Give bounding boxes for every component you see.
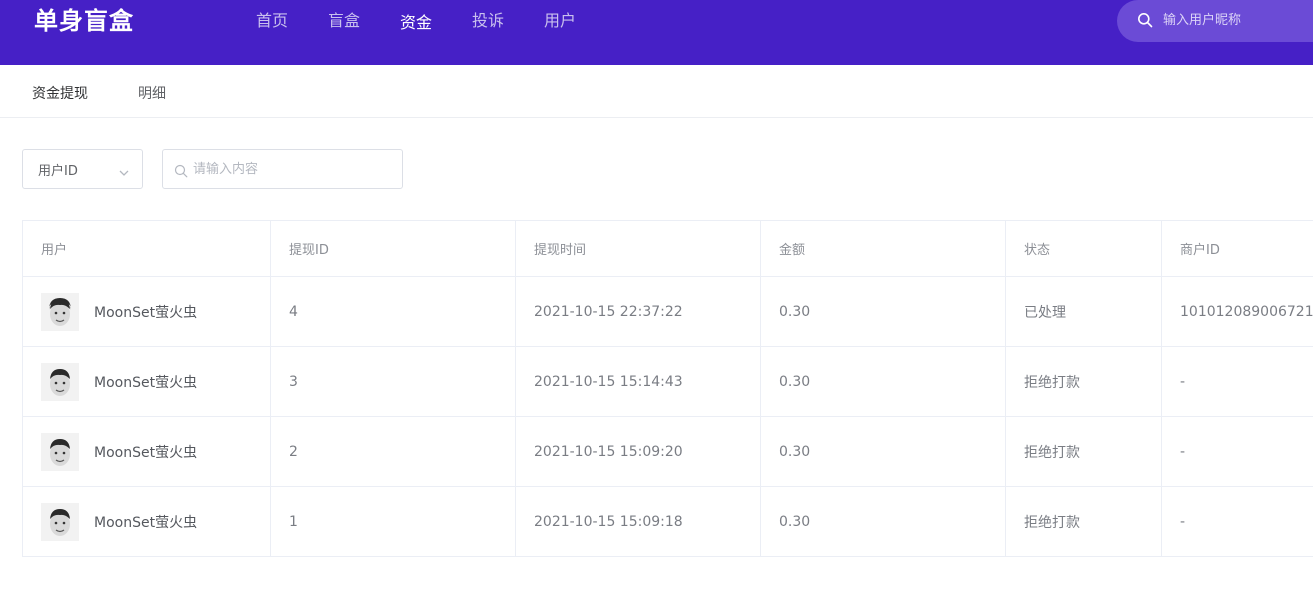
user-cell: MoonSet萤火虫: [22, 416, 271, 487]
merchant-id-cell: -: [1161, 416, 1313, 487]
status-cell: 拒绝打款: [1005, 346, 1162, 417]
avatar: [41, 362, 79, 401]
table-row[interactable]: MoonSet萤火虫 2 2021-10-15 15:09:20 0.30 拒绝…: [22, 416, 1313, 487]
column-header-amount: 金额: [760, 220, 1006, 277]
user-cell: MoonSet萤火虫: [22, 276, 271, 347]
user-nickname: MoonSet萤火虫: [94, 514, 198, 531]
withdrawal-time-cell: 2021-10-15 15:14:43: [515, 346, 761, 417]
status-cell: 拒绝打款: [1005, 486, 1162, 557]
tab-withdrawal[interactable]: 资金提现: [32, 83, 88, 103]
table-row[interactable]: MoonSet萤火虫 4 2021-10-15 22:37:22 0.30 已处…: [22, 276, 1313, 347]
amount-cell: 0.30: [760, 276, 1006, 347]
column-header-withdrawal-time: 提现时间: [515, 220, 761, 277]
user-nickname: MoonSet萤火虫: [94, 374, 198, 391]
withdrawal-id-cell: 2: [270, 416, 516, 487]
header-search: [1117, 0, 1313, 42]
nav-item-home[interactable]: 首页: [256, 10, 288, 32]
filter-field-value: 用户ID: [38, 164, 78, 179]
column-header-user: 用户: [22, 220, 271, 277]
avatar: [41, 292, 79, 331]
merchant-id-cell: 10101208900672110: [1161, 276, 1313, 347]
avatar: [41, 502, 79, 541]
user-cell: MoonSet萤火虫: [22, 346, 271, 417]
withdrawal-id-cell: 1: [270, 486, 516, 557]
amount-cell: 0.30: [760, 486, 1006, 557]
status-cell: 已处理: [1005, 276, 1162, 347]
nav-item-complaints[interactable]: 投诉: [472, 10, 504, 32]
user-nickname: MoonSet萤火虫: [94, 444, 198, 461]
status-cell: 拒绝打款: [1005, 416, 1162, 487]
table-row[interactable]: MoonSet萤火虫 3 2021-10-15 15:14:43 0.30 拒绝…: [22, 346, 1313, 417]
amount-cell: 0.30: [760, 416, 1006, 487]
filter-field-select[interactable]: 用户ID: [22, 149, 143, 189]
withdrawal-id-cell: 3: [270, 346, 516, 417]
user-cell: MoonSet萤火虫: [22, 486, 271, 557]
nav-item-blindbox[interactable]: 盲盒: [328, 10, 360, 32]
withdrawal-time-cell: 2021-10-15 22:37:22: [515, 276, 761, 347]
filter-search-input[interactable]: [193, 160, 393, 178]
user-nickname: MoonSet萤火虫: [94, 304, 198, 321]
top-header: 单身盲盒 首页 盲盒 资金 投诉 用户: [0, 0, 1313, 65]
app-logo[interactable]: 单身盲盒: [34, 4, 134, 38]
table-header-row: 用户 提现ID 提现时间 金额 状态 商户ID: [22, 220, 1313, 277]
avatar: [41, 432, 79, 471]
withdrawal-table: 用户 提现ID 提现时间 金额 状态 商户ID MoonSet萤火虫 4 202…: [22, 220, 1313, 557]
withdrawal-id-cell: 4: [270, 276, 516, 347]
search-icon: [174, 163, 188, 182]
withdrawal-time-cell: 2021-10-15 15:09:20: [515, 416, 761, 487]
merchant-id-cell: -: [1161, 486, 1313, 557]
user-nickname-search-input[interactable]: [1163, 10, 1313, 30]
table-row[interactable]: MoonSet萤火虫 1 2021-10-15 15:09:18 0.30 拒绝…: [22, 486, 1313, 557]
merchant-id-cell: -: [1161, 346, 1313, 417]
nav-item-users[interactable]: 用户: [544, 10, 576, 32]
column-header-withdrawal-id: 提现ID: [270, 220, 516, 277]
nav-item-funds[interactable]: 资金: [400, 12, 432, 34]
column-header-status: 状态: [1005, 220, 1162, 277]
withdrawal-time-cell: 2021-10-15 15:09:18: [515, 486, 761, 557]
tab-details[interactable]: 明细: [138, 83, 166, 103]
sub-tabs: 资金提现 明细: [0, 65, 1313, 118]
filter-search: [162, 149, 403, 189]
chevron-down-icon: [118, 164, 130, 183]
search-icon[interactable]: [1137, 12, 1153, 32]
column-header-merchant-id: 商户ID: [1161, 220, 1313, 277]
amount-cell: 0.30: [760, 346, 1006, 417]
